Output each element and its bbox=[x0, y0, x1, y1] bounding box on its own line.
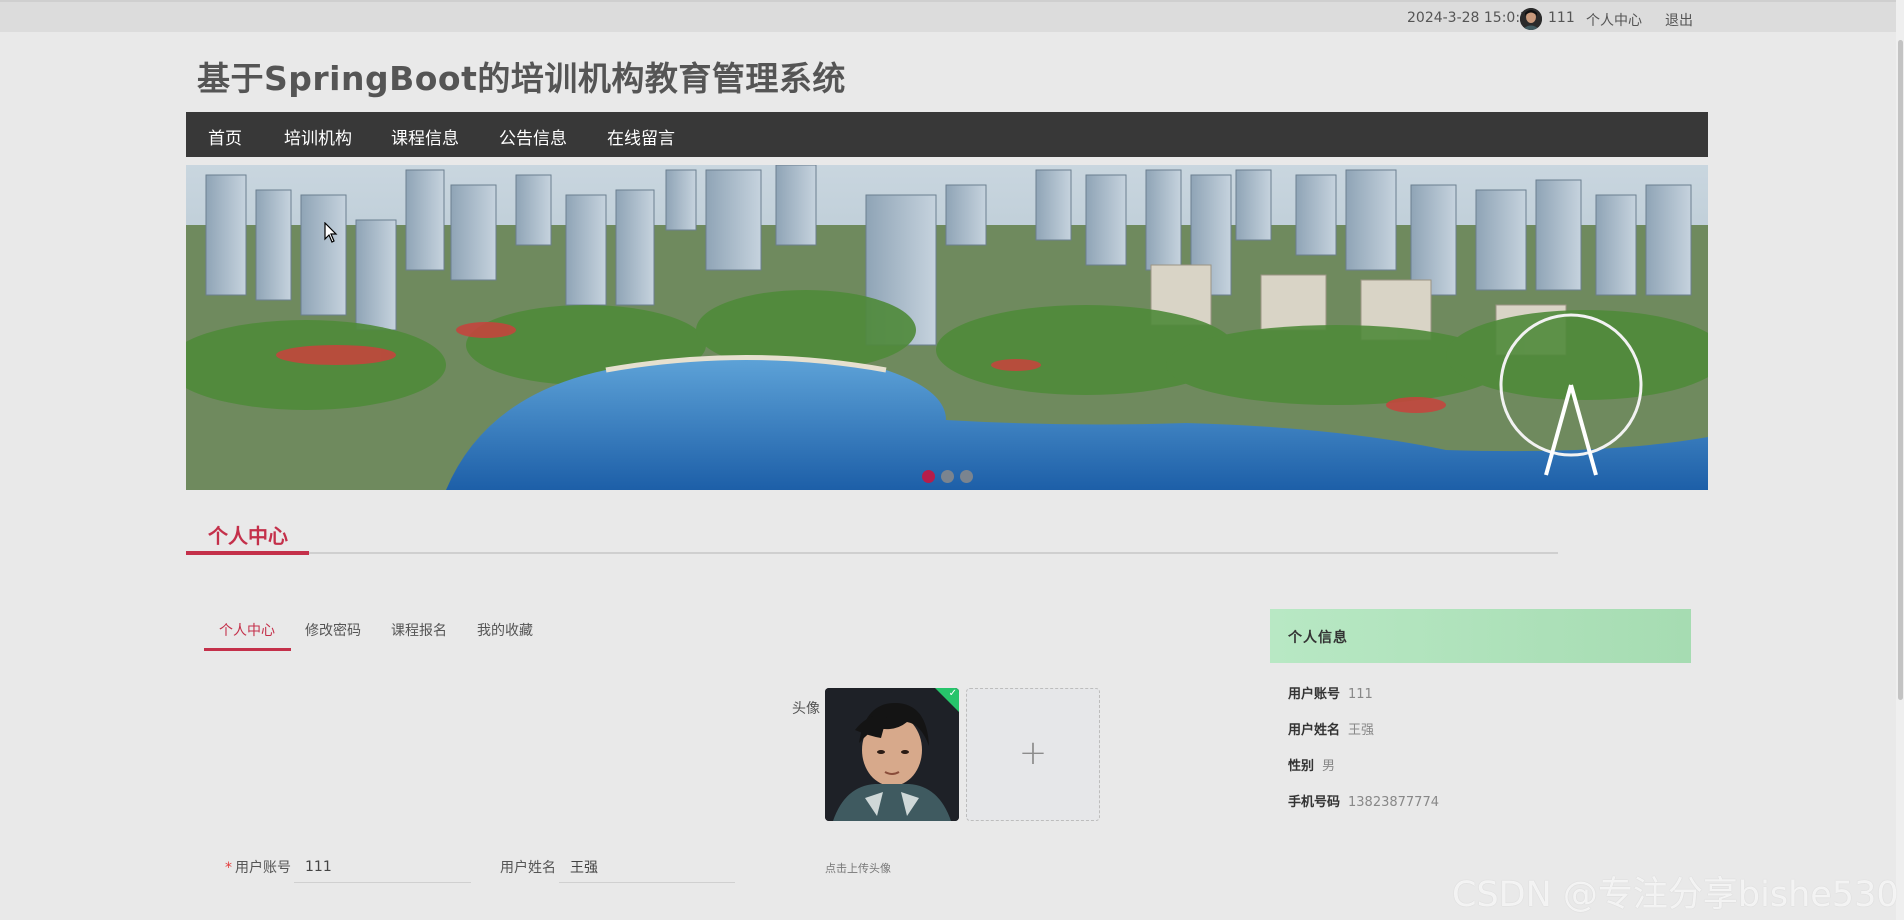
account-input[interactable] bbox=[294, 851, 471, 883]
carousel-dot-2[interactable] bbox=[940, 470, 954, 483]
tab-personal-center[interactable]: 个人中心 bbox=[219, 620, 275, 640]
banner-carousel[interactable] bbox=[186, 165, 1708, 490]
required-mark: * bbox=[225, 860, 232, 876]
logout-link[interactable]: 退出 bbox=[1665, 10, 1693, 30]
nav-courses[interactable]: 课程信息 bbox=[391, 124, 459, 149]
site-title: 基于SpringBoot的培训机构教育管理系统 bbox=[197, 59, 846, 98]
page-scrollbar[interactable] bbox=[1896, 0, 1904, 920]
name-input[interactable] bbox=[559, 851, 735, 883]
personal-center-link[interactable]: 个人中心 bbox=[1586, 10, 1642, 30]
nav-home[interactable]: 首页 bbox=[208, 124, 242, 149]
section-divider bbox=[186, 551, 1558, 555]
avatar-upload-button[interactable]: + bbox=[966, 688, 1100, 821]
upload-hint: 点击上传头像 bbox=[825, 862, 891, 875]
info-card-title: 个人信息 bbox=[1288, 630, 1348, 646]
tab-change-password[interactable]: 修改密码 bbox=[305, 620, 361, 640]
tab-course-enrollment[interactable]: 课程报名 bbox=[391, 620, 447, 640]
avatar-label: 头像 bbox=[792, 701, 820, 717]
nav-announcements[interactable]: 公告信息 bbox=[499, 124, 567, 149]
section-title: 个人中心 bbox=[208, 524, 288, 548]
name-label: 用户姓名 bbox=[500, 860, 556, 876]
info-row-name: 用户姓名 王强 bbox=[1288, 723, 1375, 738]
current-datetime: 2024-3-28 15:0:20 bbox=[1407, 10, 1538, 26]
info-row-account: 用户账号 111 bbox=[1288, 687, 1373, 702]
banner-image bbox=[186, 165, 1708, 490]
carousel-dot-1[interactable] bbox=[921, 470, 935, 483]
main-nav: 首页 培训机构 课程信息 公告信息 在线留言 bbox=[186, 112, 1708, 157]
info-row-phone: 手机号码 13823877774 bbox=[1288, 795, 1439, 810]
csdn-watermark: CSDN @专注分享bishe530 bbox=[1452, 875, 1899, 915]
tab-favorites[interactable]: 我的收藏 bbox=[477, 620, 533, 640]
nav-messages[interactable]: 在线留言 bbox=[607, 124, 675, 149]
user-avatar-small bbox=[1520, 8, 1542, 30]
carousel-dots bbox=[186, 468, 1708, 487]
upload-success-check-icon: ✓ bbox=[935, 688, 959, 712]
account-label: * 用户账号 bbox=[225, 860, 291, 876]
info-row-gender: 性别男 bbox=[1288, 759, 1336, 774]
plus-icon: + bbox=[1018, 733, 1048, 773]
nav-institutions[interactable]: 培训机构 bbox=[284, 124, 352, 149]
mouse-cursor-icon bbox=[324, 222, 338, 243]
top-bar: 2024-3-28 15:0:20 111 个人中心 退出 bbox=[0, 0, 1904, 32]
carousel-dot-3[interactable] bbox=[959, 470, 973, 483]
active-tab-indicator bbox=[204, 648, 291, 651]
avatar-image[interactable]: ✓ bbox=[825, 688, 959, 821]
info-card-header: 个人信息 bbox=[1270, 609, 1691, 663]
topbar-username: 111 bbox=[1548, 10, 1575, 26]
scrollbar-thumb[interactable] bbox=[1898, 40, 1903, 700]
